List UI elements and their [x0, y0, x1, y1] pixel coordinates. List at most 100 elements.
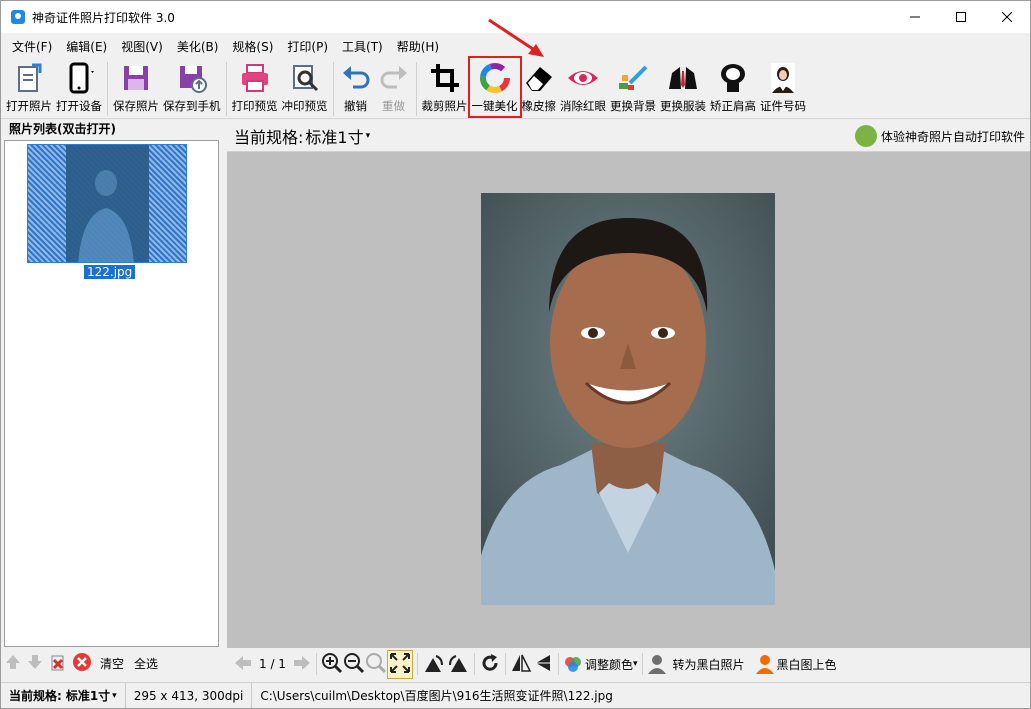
phone-icon [69, 62, 94, 94]
menu-print[interactable]: 打印(P) [280, 38, 335, 55]
maximize-button[interactable] [938, 1, 984, 33]
shoulder-icon [721, 64, 745, 92]
photo-list: 122.jpg [4, 140, 219, 647]
chat-icon [854, 125, 877, 147]
printer-icon [241, 64, 268, 92]
fix-shoulder-button[interactable]: 矫正肩高 [708, 58, 758, 116]
menu-edit[interactable]: 编辑(E) [59, 38, 114, 55]
id-number-button[interactable]: 证件号码 [758, 58, 808, 116]
view-toolbar: 1 / 1 调整颜色 ▾ 转为黑白照片 黑白图上色 [227, 648, 1030, 680]
thumbnail-image [66, 145, 149, 262]
remove-all-icon[interactable] [72, 652, 92, 675]
close-button[interactable] [984, 1, 1030, 33]
select-all-button[interactable]: 全选 [134, 655, 158, 672]
save-to-phone-icon [179, 66, 207, 93]
crop-button[interactable]: 裁剪照片 [420, 58, 470, 116]
toolbar-divider [225, 62, 227, 116]
suit-icon [669, 67, 697, 89]
menu-file[interactable]: 文件(F) [5, 38, 59, 55]
photo-thumbnail[interactable] [27, 144, 187, 263]
colorize-button[interactable]: 黑白图上色 [755, 654, 837, 674]
view-toolbar-divider [504, 653, 506, 675]
undo-button[interactable]: 撤销 [337, 58, 375, 116]
eraser-button[interactable]: 橡皮擦 [520, 58, 559, 116]
toolbar-divider [415, 62, 417, 116]
toolbar: 打开照片 打开设备 保存照片 保存到手机 打印预览 冲印预览 撤销 重做 裁剪照… [1, 56, 1030, 119]
photo-list-panel: 照片列表(双击打开) 122.jpg 清空 全选 [1, 120, 222, 680]
menu-tools[interactable]: 工具(T) [335, 38, 390, 55]
photo-list-title: 照片列表(双击打开) [9, 122, 116, 136]
develop-preview-icon [292, 65, 318, 92]
status-path: C:\Users\cuilm\Desktop\百度图片\916生活照变证件照\1… [260, 689, 613, 703]
eye-icon [568, 71, 598, 85]
open-device-button[interactable]: 打开设备 [54, 58, 104, 116]
zoom-in-icon[interactable] [321, 652, 343, 677]
view-toolbar-divider [557, 653, 559, 675]
next-page-icon[interactable] [292, 655, 312, 674]
move-up-icon[interactable] [4, 653, 22, 674]
refresh-icon[interactable] [479, 652, 501, 677]
redo-button[interactable]: 重做 [375, 58, 413, 116]
editor-header: 当前规格: 标准1寸 ▾ 体验神奇照片自动打印软件 [227, 120, 1030, 152]
menu-beautify[interactable]: 美化(B) [170, 38, 226, 55]
editor-area: 当前规格: 标准1寸 ▾ 体验神奇照片自动打印软件 1 / 1 调整颜色 ▾ 转… [227, 120, 1030, 680]
fit-window-icon[interactable] [386, 649, 413, 679]
save-to-phone-button[interactable]: 保存到手机 [161, 58, 223, 116]
red-arrow-annotation-icon [488, 18, 544, 57]
status-size: 295 x 413, 300dpi [126, 683, 253, 708]
adjust-color-button[interactable]: 调整颜色 ▾ [563, 655, 638, 673]
undo-icon [342, 66, 369, 89]
id-photo-icon [771, 63, 795, 93]
zoom-out-icon[interactable] [343, 652, 365, 677]
status-bar: 当前规格: 标准1寸 ▾ 295 x 413, 300dpi C:\Users\… [1, 682, 1030, 708]
change-background-button[interactable]: 更换背景 [608, 58, 658, 116]
rgb-circles-icon [564, 657, 581, 672]
eraser-icon [525, 67, 552, 91]
view-toolbar-divider [473, 653, 475, 675]
red-eye-button[interactable]: 消除红眼 [558, 58, 608, 116]
person-gray-icon [647, 655, 666, 674]
photo-canvas[interactable] [227, 152, 1030, 648]
view-toolbar-divider [641, 653, 643, 675]
status-spec-dropdown[interactable]: 标准1寸 [66, 687, 110, 704]
rotate-left-icon[interactable] [422, 652, 446, 677]
print-preview-button[interactable]: 打印预览 [230, 58, 280, 116]
open-photo-icon [18, 63, 42, 92]
app-window: 神奇证件照片打印软件 3.0 文件(F) 编辑(E) 视图(V) 美化(B) 规… [0, 0, 1031, 709]
save-icon [124, 66, 148, 90]
redo-icon [380, 66, 407, 89]
save-photo-button[interactable]: 保存照片 [111, 58, 161, 116]
view-toolbar-divider [416, 653, 418, 675]
delete-photo-icon[interactable] [48, 652, 68, 675]
change-outfit-button[interactable]: 更换服装 [658, 58, 708, 116]
chevron-down-icon[interactable]: ▾ [366, 131, 371, 141]
flip-vertical-icon[interactable] [532, 652, 554, 677]
toolbar-divider [107, 62, 108, 116]
auto-beautify-button[interactable]: 一键美化 [467, 56, 522, 118]
crop-icon [430, 64, 459, 92]
spec-label: 当前规格: [234, 127, 304, 147]
minimize-button[interactable] [892, 1, 938, 33]
toolbar-divider [332, 62, 334, 116]
develop-preview-button[interactable]: 冲印预览 [280, 58, 330, 116]
status-spec: 当前规格: 标准1寸 ▾ [1, 683, 126, 708]
to-bw-button[interactable]: 转为黑白照片 [647, 654, 745, 674]
open-photo-button[interactable]: 打开照片 [4, 58, 54, 116]
thumbnail-filename: 122.jpg [84, 265, 136, 279]
window-title: 神奇证件照片打印软件 3.0 [32, 10, 175, 25]
flip-horizontal-icon[interactable] [510, 652, 532, 677]
person-orange-icon [755, 655, 774, 674]
menu-spec[interactable]: 规格(S) [225, 38, 280, 55]
clear-button[interactable]: 清空 [100, 655, 124, 672]
move-down-icon[interactable] [26, 653, 44, 674]
portrait-photo [481, 193, 775, 605]
view-toolbar-divider [315, 653, 317, 675]
color-wheel-icon [479, 63, 510, 93]
rotate-right-icon[interactable] [446, 652, 470, 677]
spec-dropdown[interactable]: 标准1寸 [305, 124, 363, 148]
zoom-actual-icon[interactable] [365, 652, 387, 677]
prev-page-icon[interactable] [233, 655, 253, 674]
menu-help[interactable]: 帮助(H) [390, 38, 446, 55]
promo-link[interactable]: 体验神奇照片自动打印软件 [854, 125, 1025, 147]
menu-view[interactable]: 视图(V) [114, 38, 170, 55]
